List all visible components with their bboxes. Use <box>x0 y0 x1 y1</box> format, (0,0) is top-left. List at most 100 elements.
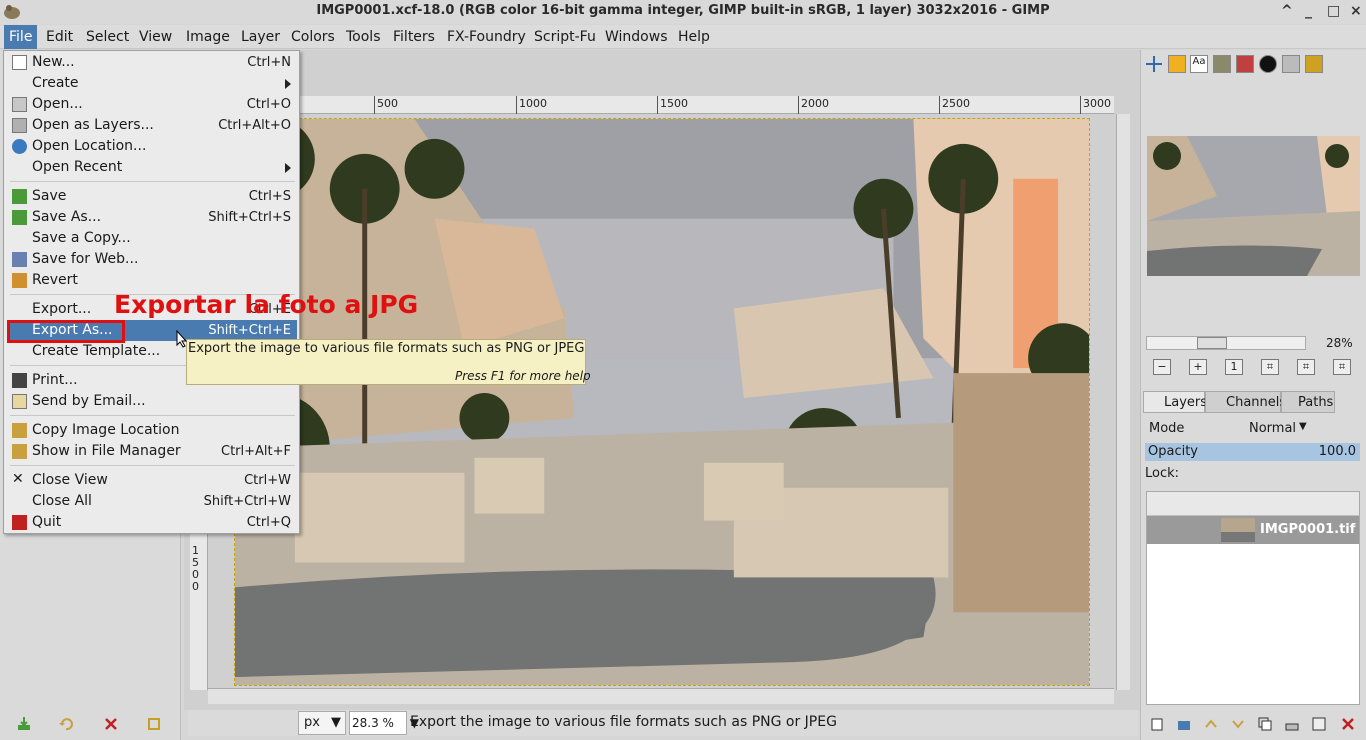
menu-item-send-by-email[interactable]: Send by Email... <box>8 391 297 412</box>
delete-layer-icon[interactable] <box>1340 716 1356 732</box>
brushes-tab-icon[interactable] <box>1259 55 1277 73</box>
patterns-tab-icon[interactable] <box>1282 55 1300 73</box>
file-manager-icon <box>12 444 27 459</box>
shrink-wrap-button[interactable]: ⌗ <box>1333 359 1351 375</box>
gradients-tab-icon[interactable] <box>1305 55 1323 73</box>
menu-item-open-recent[interactable]: Open Recent <box>8 157 297 178</box>
menu-fx-foundry[interactable]: FX-Foundry <box>442 25 531 49</box>
zoom-1to1-button[interactable]: 1 <box>1225 359 1243 375</box>
open-icon <box>12 97 27 112</box>
ruler-label: 500 <box>377 97 398 110</box>
move-tool-icon[interactable] <box>1145 55 1163 73</box>
chevron-down-icon: ▼ <box>1299 421 1307 432</box>
mode-label: Mode <box>1149 421 1185 436</box>
menu-windows[interactable]: Windows <box>600 25 673 49</box>
menu-item-open-as-layers[interactable]: Open as Layers... Ctrl+Alt+O <box>8 115 297 136</box>
menu-item-open-location[interactable]: Open Location... <box>8 136 297 157</box>
menu-layer[interactable]: Layer <box>236 25 285 49</box>
menu-item-save-as[interactable]: Save As... Shift+Ctrl+S <box>8 207 297 228</box>
zoom-in-button[interactable]: + <box>1189 359 1207 375</box>
menu-item-save-a-copy[interactable]: Save a Copy... <box>8 228 297 249</box>
window-close-button[interactable]: × <box>1350 0 1362 22</box>
opacity-slider[interactable]: Opacity 100.0 <box>1145 443 1360 461</box>
menu-item-open[interactable]: Open... Ctrl+O <box>8 94 297 115</box>
new-layer-icon[interactable] <box>1149 716 1165 732</box>
menu-item-label: Close All <box>32 493 92 509</box>
navigator-zoom-slider[interactable] <box>1146 336 1306 350</box>
menu-item-new[interactable]: New... Ctrl+N <box>8 52 297 73</box>
horizontal-scrollbar[interactable] <box>208 688 1114 704</box>
fonts-tab-icon[interactable]: Aa <box>1190 55 1208 73</box>
menu-item-show-in-file-manager[interactable]: Show in File Manager Ctrl+Alt+F <box>8 441 297 462</box>
menu-item-label: Create Template... <box>32 343 161 359</box>
menu-item-copy-image-location[interactable]: Copy Image Location <box>8 420 297 441</box>
window-minimize-button[interactable]: _ <box>1305 0 1312 22</box>
tooltip-text: Export the image to various file formats… <box>188 341 585 356</box>
new-icon <box>12 55 27 70</box>
menu-colors[interactable]: Colors <box>286 25 340 49</box>
reset-icon[interactable] <box>146 716 162 732</box>
submenu-arrow-icon <box>285 79 291 89</box>
layer-mode-row: Mode Normal ▼ <box>1145 418 1315 440</box>
palettes-tab-icon[interactable] <box>1236 55 1254 73</box>
images-tab-icon[interactable] <box>1213 55 1231 73</box>
menu-item-save-for-web[interactable]: Save for Web... <box>8 249 297 270</box>
tab-paths-label: Paths <box>1298 395 1334 410</box>
menu-item-label: Save for Web... <box>32 251 139 267</box>
lower-layer-icon[interactable] <box>1230 716 1246 732</box>
navigator-preview[interactable] <box>1147 136 1360 276</box>
tab-channels[interactable]: Channels <box>1205 391 1286 413</box>
menu-help[interactable]: Help <box>673 25 715 49</box>
menu-file[interactable]: File <box>4 25 38 49</box>
menu-item-label: Open... <box>32 96 83 112</box>
ruler-label: 2500 <box>942 97 970 110</box>
menu-select[interactable]: Select <box>81 25 134 49</box>
menu-image[interactable]: Image <box>181 25 235 49</box>
menu-item-label: Create <box>32 75 79 91</box>
menu-item-accel: Shift+Ctrl+W <box>203 494 291 509</box>
menu-edit[interactable]: Edit <box>41 25 78 49</box>
opacity-value: 100.0 <box>1318 444 1356 459</box>
menu-item-save[interactable]: Save Ctrl+S <box>8 186 297 207</box>
menu-item-close-all[interactable]: Close All Shift+Ctrl+W <box>8 491 297 512</box>
vertical-scrollbar[interactable] <box>1116 114 1130 690</box>
export-icon[interactable] <box>16 716 32 732</box>
mode-select[interactable]: Normal <box>1249 421 1296 436</box>
image-canvas[interactable] <box>234 118 1090 686</box>
menu-tools[interactable]: Tools <box>341 25 386 49</box>
email-icon <box>12 394 27 409</box>
menu-view[interactable]: View <box>134 25 177 49</box>
new-layer-group-icon[interactable] <box>1176 716 1192 732</box>
submenu-arrow-icon <box>285 163 291 173</box>
menu-item-label: Open as Layers... <box>32 117 154 133</box>
delete-icon[interactable] <box>103 716 119 732</box>
menu-item-accel: Shift+Ctrl+E <box>208 323 291 338</box>
menu-item-create[interactable]: Create <box>8 73 297 94</box>
layer-thumbnail <box>1221 518 1255 542</box>
zoom-selector[interactable]: 28.3 % ▼ <box>349 711 419 735</box>
merge-down-icon[interactable] <box>1284 716 1300 732</box>
menu-item-accel: Ctrl+Q <box>246 515 291 530</box>
mask-icon[interactable] <box>1311 716 1327 732</box>
zoom-fit-button[interactable]: ⌗ <box>1261 359 1279 375</box>
raise-layer-icon[interactable] <box>1203 716 1219 732</box>
menu-item-quit[interactable]: Quit Ctrl+Q <box>8 512 297 533</box>
ruler-label: 0 <box>192 580 199 593</box>
layer-name[interactable]: IMGP0001.tif <box>1260 522 1355 537</box>
zoom-fill-button[interactable]: ⌗ <box>1297 359 1315 375</box>
tool-options-tab-icon[interactable] <box>1168 55 1186 73</box>
close-icon: ✕ <box>12 471 24 487</box>
tab-paths[interactable]: Paths <box>1281 391 1335 413</box>
menu-script-fu[interactable]: Script-Fu <box>529 25 601 49</box>
zoom-out-button[interactable]: − <box>1153 359 1171 375</box>
undo-icon[interactable] <box>58 716 74 732</box>
menu-filters[interactable]: Filters <box>388 25 440 49</box>
window-maximize-button[interactable]: □ <box>1327 0 1340 22</box>
menu-item-revert[interactable]: Revert <box>8 270 297 291</box>
tab-layers[interactable]: Layers <box>1143 391 1207 413</box>
window-maximize-up-button[interactable]: ^ <box>1281 0 1293 22</box>
unit-selector[interactable]: px ▼ <box>298 711 346 735</box>
duplicate-layer-icon[interactable] <box>1257 716 1273 732</box>
menu-item-close-view[interactable]: ✕ Close View Ctrl+W <box>8 470 297 491</box>
menu-separator <box>10 181 295 182</box>
